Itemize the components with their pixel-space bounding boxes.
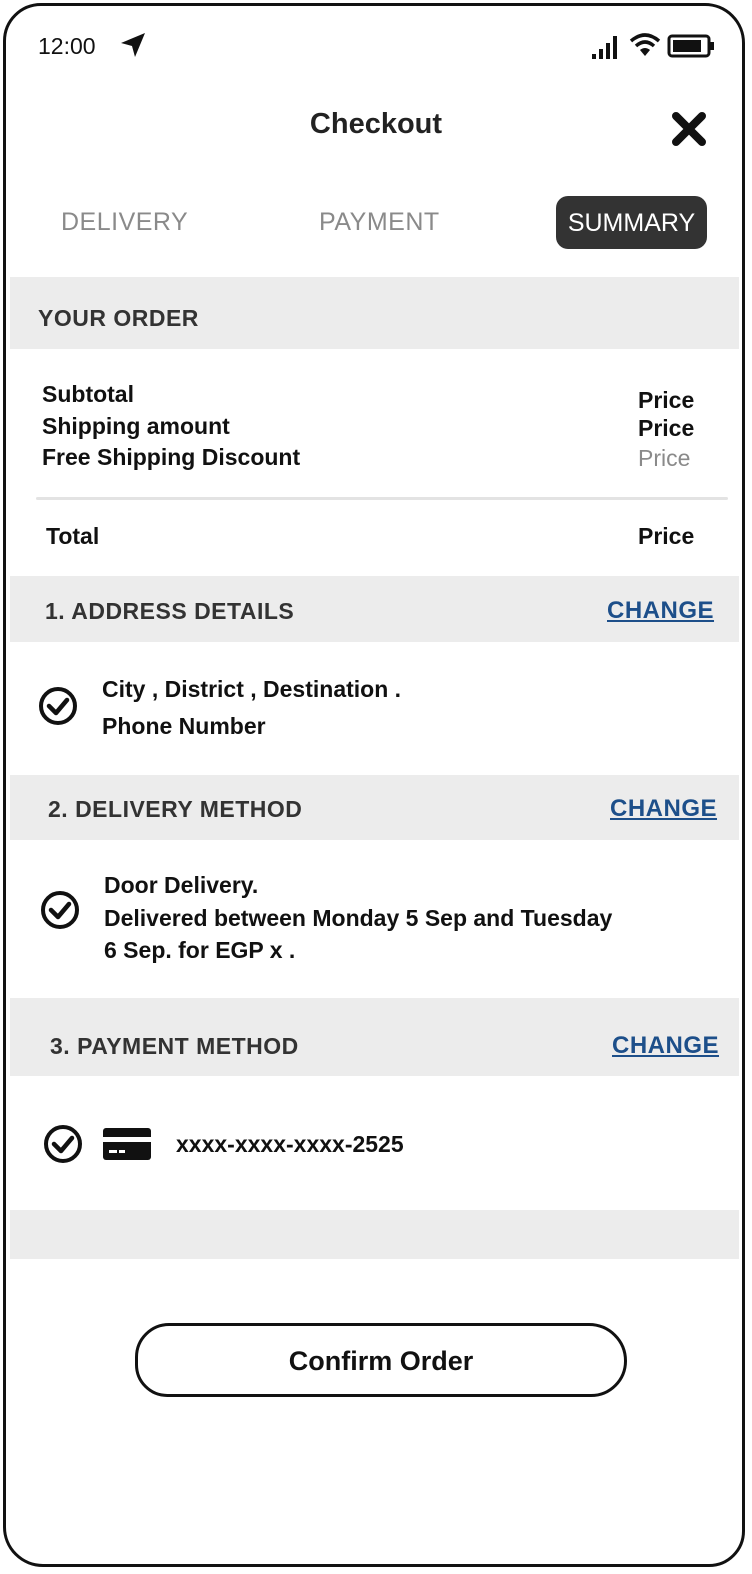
phone-number: Phone Number [102, 713, 266, 739]
credit-card-icon [103, 1128, 151, 1160]
shipping-amount-label: Shipping amount [42, 413, 230, 439]
divider [36, 497, 728, 500]
change-payment-link[interactable]: CHANGE [612, 1032, 719, 1060]
check-circle-icon [39, 687, 77, 725]
shipping-amount-price: Price [638, 415, 695, 441]
wifi-icon [629, 33, 661, 56]
free-shipping-discount-label: Free Shipping Discount [42, 444, 301, 470]
delivery-window: Delivered between Monday 5 Sep and Tuesd… [104, 905, 613, 931]
change-address-link[interactable]: CHANGE [607, 597, 714, 625]
close-icon[interactable] [670, 110, 708, 148]
subtotal-price: Price [638, 387, 695, 413]
page-title: Checkout [309, 108, 443, 140]
order-heading: YOUR ORDER [38, 305, 199, 331]
address-heading: 1. ADDRESS DETAILS [45, 598, 295, 624]
check-circle-icon [41, 891, 79, 929]
battery-icon [667, 34, 714, 58]
signal-icon [592, 36, 617, 59]
status-time: 12:00 [38, 33, 96, 59]
delivery-type: Door Delivery. [104, 872, 259, 898]
card-number: xxxx-xxxx-xxxx-2525 [176, 1131, 404, 1157]
location-arrow-icon [121, 33, 145, 57]
total-price: Price [638, 523, 695, 549]
confirm-order-button[interactable]: Confirm Order [135, 1323, 627, 1397]
tab-summary[interactable]: SUMMARY [556, 196, 707, 249]
subtotal-label: Subtotal [42, 381, 134, 407]
address-line: City , District , Destination . [102, 676, 402, 702]
delivery-heading: 2. DELIVERY METHOD [48, 796, 303, 822]
free-shipping-discount-price: Price [638, 445, 691, 471]
payment-heading: 3. PAYMENT METHOD [50, 1033, 299, 1059]
change-delivery-link[interactable]: CHANGE [610, 795, 717, 823]
total-label: Total [46, 523, 100, 549]
tab-delivery[interactable]: DELIVERY [61, 208, 188, 237]
tab-payment[interactable]: PAYMENT [319, 208, 440, 237]
check-circle-icon [44, 1125, 82, 1163]
delivery-cost: 6 Sep. for EGP x . [104, 937, 296, 963]
spacer-band [10, 1210, 739, 1259]
